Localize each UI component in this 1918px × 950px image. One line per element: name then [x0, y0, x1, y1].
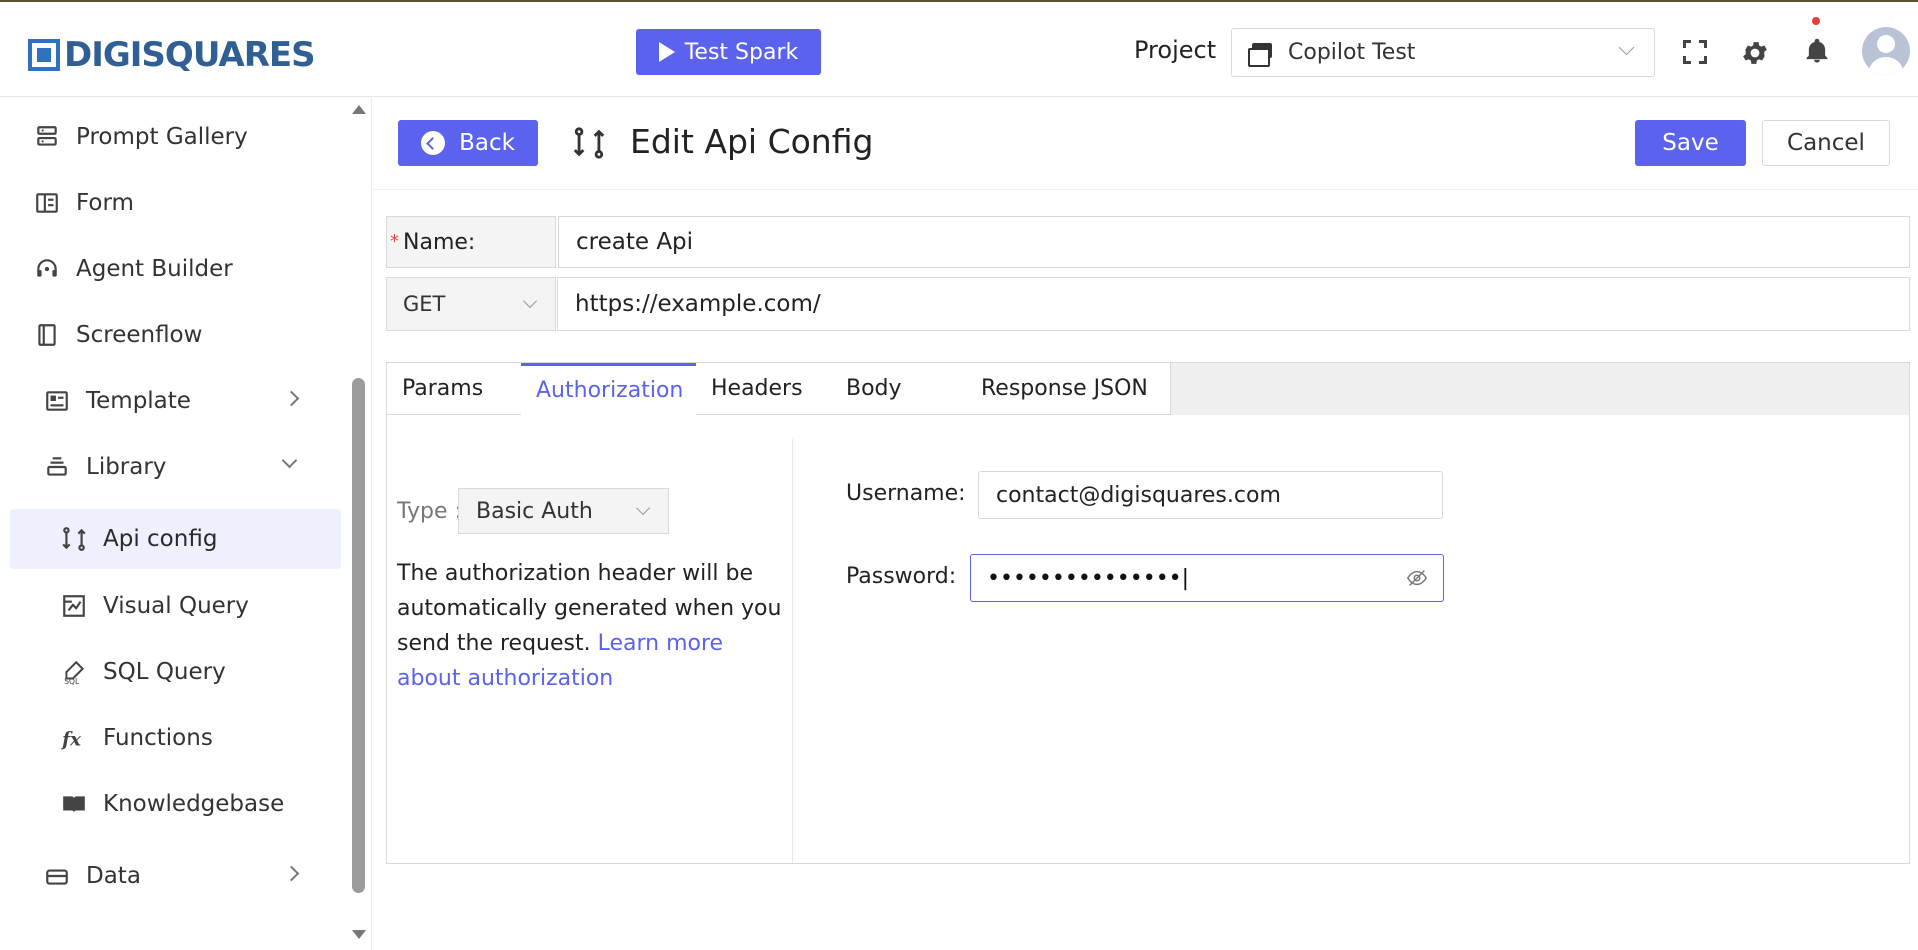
sidebar-item-form[interactable]: Form	[0, 173, 345, 233]
password-label: Password:	[846, 564, 957, 589]
sidebar-item-label: Screenflow	[76, 322, 203, 348]
test-spark-label: Test Spark	[684, 39, 799, 65]
sidebar-item-label: Library	[86, 454, 167, 480]
sidebar-item-label: Form	[76, 190, 134, 216]
template-icon	[46, 391, 68, 411]
arrow-left-circle-icon	[421, 131, 446, 155]
sidebar-scrollbar[interactable]	[352, 378, 365, 893]
auth-type-panel: Type : Basic Auth The authorization head…	[387, 439, 793, 863]
required-marker: *	[390, 231, 399, 252]
test-spark-button[interactable]: Test Spark	[636, 29, 821, 75]
chevron-right-icon	[283, 390, 300, 407]
back-label: Back	[459, 130, 515, 156]
name-label: * Name:	[386, 216, 556, 268]
sidebar-item-agent-builder[interactable]: Agent Builder	[0, 239, 345, 299]
chevron-right-icon	[283, 865, 300, 882]
sidebar-item-sql-query[interactable]: SQL SQL Query	[0, 642, 345, 702]
gear-icon[interactable]	[1740, 38, 1770, 68]
auth-type-value: Basic Auth	[476, 498, 593, 524]
scroll-up-arrow[interactable]	[352, 105, 366, 114]
sidebar-item-functions[interactable]: fx Functions	[0, 708, 345, 768]
tab-response-json[interactable]: Response JSON	[966, 363, 1171, 415]
scroll-down-arrow[interactable]	[352, 930, 366, 939]
play-icon	[658, 42, 675, 62]
sidebar-item-knowledgebase[interactable]: Knowledgebase	[0, 774, 345, 834]
sql-icon: SQL	[64, 660, 85, 685]
sidebar-item-label: Data	[86, 863, 141, 889]
name-label-text: Name:	[403, 229, 476, 255]
sidebar-item-label: Visual Query	[103, 593, 249, 619]
sidebar-item-api-config[interactable]: Api config	[10, 509, 341, 569]
sidebar-item-screenflow[interactable]: Screenflow	[0, 305, 345, 365]
sidebar-item-prompt-gallery[interactable]: Prompt Gallery	[0, 107, 345, 167]
sidebar-item-label: Template	[86, 388, 191, 414]
svg-text:SQL: SQL	[64, 677, 80, 685]
username-label: Username:	[846, 481, 966, 506]
drive-icon	[46, 869, 68, 885]
type-label: Type :	[397, 499, 462, 524]
svg-text:fx: fx	[61, 730, 82, 751]
cancel-button[interactable]: Cancel	[1762, 120, 1890, 166]
project-value: Copilot Test	[1288, 40, 1416, 65]
avatar[interactable]	[1862, 27, 1910, 75]
sidebar-item-label: SQL Query	[103, 659, 226, 685]
fullscreen-icon[interactable]	[1683, 40, 1707, 64]
sidebar-item-label: Prompt Gallery	[76, 124, 248, 150]
chat-icon	[1248, 42, 1272, 67]
sidebar-item-label: Functions	[103, 725, 213, 751]
chevron-down-icon	[522, 293, 538, 309]
back-button[interactable]: Back	[398, 120, 538, 166]
auth-type-select[interactable]: Basic Auth	[458, 488, 669, 534]
sidebar: Prompt Gallery Form Agent Builder Screen…	[0, 98, 372, 950]
auth-description-text: The authorization header will be automat…	[397, 561, 782, 656]
password-input[interactable]: •••••••••••••••|	[970, 554, 1444, 602]
api-icon	[573, 127, 605, 159]
url-input[interactable]: https://example.com/	[557, 277, 1910, 331]
request-tabs-panel: Params Authorization Headers Body Respon…	[386, 362, 1910, 864]
tab-params[interactable]: Params	[387, 363, 522, 415]
sidebar-item-template[interactable]: Template	[0, 371, 345, 431]
bell-icon[interactable]	[1803, 36, 1831, 66]
headset-icon	[37, 259, 57, 277]
notification-dot	[1812, 17, 1820, 25]
tab-body[interactable]: Body	[831, 363, 967, 415]
username-input[interactable]: contact@digisquares.com	[978, 471, 1443, 519]
sidebar-item-label: Api config	[103, 526, 218, 552]
book-icon	[38, 324, 56, 346]
auth-description: The authorization header will be automat…	[397, 556, 787, 696]
tab-headers[interactable]: Headers	[696, 363, 832, 415]
chevron-down-icon	[1618, 39, 1635, 56]
tab-bar: Params Authorization Headers Body Respon…	[387, 363, 1909, 415]
http-method-select[interactable]: GET	[386, 277, 556, 331]
method-value: GET	[403, 292, 446, 316]
chevron-down-icon	[281, 452, 298, 469]
chevron-down-icon	[635, 500, 651, 516]
name-input[interactable]: create Api	[558, 216, 1910, 268]
open-book-icon	[63, 796, 85, 813]
logo-text: DIGISQUARES	[64, 35, 316, 75]
page-title: Edit Api Config	[630, 122, 874, 161]
main-content: Back Edit Api Config Save Cancel * Name:…	[373, 98, 1918, 950]
api-icon	[62, 527, 86, 551]
save-button[interactable]: Save	[1635, 120, 1746, 166]
project-label: Project	[1134, 36, 1217, 64]
stack-icon	[47, 457, 67, 476]
sidebar-item-library[interactable]: Library	[0, 437, 345, 497]
sidebar-item-label: Agent Builder	[76, 256, 233, 282]
sidebar-item-label: Knowledgebase	[103, 791, 285, 817]
tab-authorization[interactable]: Authorization	[521, 363, 697, 415]
logo-mark	[28, 39, 60, 71]
sidebar-item-visual-query[interactable]: Visual Query	[0, 576, 345, 636]
gallery-icon	[37, 126, 57, 146]
fx-icon: fx	[61, 730, 82, 751]
page-header: Back Edit Api Config Save Cancel	[373, 98, 1918, 190]
logo[interactable]: DIGISQUARES	[28, 35, 316, 75]
project-select[interactable]: Copilot Test	[1231, 28, 1655, 77]
password-value: •••••••••••••••|	[987, 565, 1190, 591]
form-icon	[36, 193, 58, 213]
top-bar: DIGISQUARES Test Spark Project Copilot T…	[0, 0, 1918, 97]
eye-off-icon[interactable]	[1405, 567, 1429, 589]
visual-query-icon	[63, 595, 85, 617]
sidebar-item-data[interactable]: Data	[0, 846, 345, 906]
